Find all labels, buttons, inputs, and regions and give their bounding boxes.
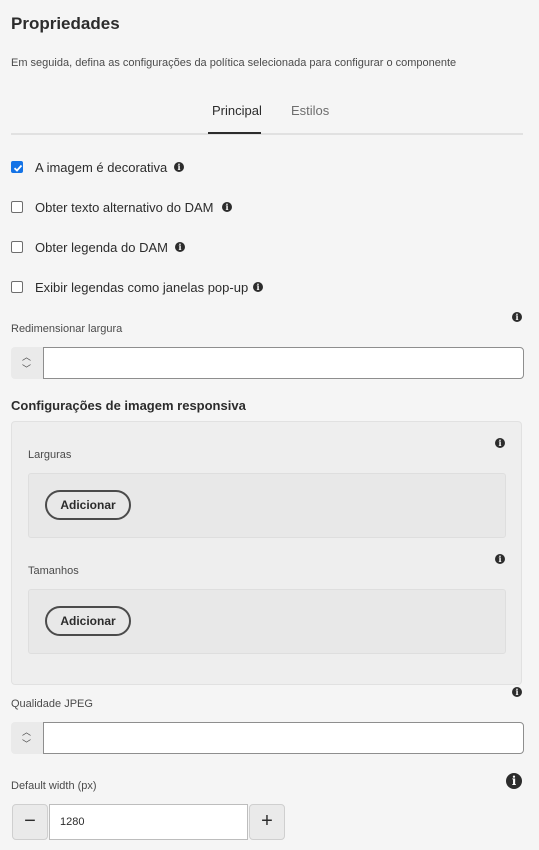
widths-multifield: Adicionar bbox=[28, 473, 506, 538]
page-subtitle: Em seguida, defina as configurações da p… bbox=[11, 57, 457, 69]
jpeg-quality-stepper[interactable]: ︿ ﹀ bbox=[11, 722, 43, 754]
page-title: Propriedades bbox=[11, 14, 120, 33]
caption-dam-label: Obter legenda do DAM bbox=[35, 240, 168, 255]
decorative-image-label: A imagem é decorativa bbox=[35, 160, 168, 175]
alt-text-dam-checkbox[interactable] bbox=[11, 201, 23, 213]
sizes-multifield: Adicionar bbox=[28, 589, 506, 654]
add-size-button[interactable]: Adicionar bbox=[45, 606, 131, 636]
info-icon[interactable]: i bbox=[222, 202, 232, 212]
info-icon[interactable]: i bbox=[512, 312, 522, 322]
chevron-down-icon[interactable]: ﹀ bbox=[22, 739, 31, 749]
chevron-up-icon[interactable]: ︿ bbox=[22, 352, 31, 362]
info-icon[interactable]: i bbox=[175, 242, 185, 252]
sizes-label: Tamanhos bbox=[28, 565, 79, 577]
jpeg-quality-numberfield: ︿ ﹀ bbox=[11, 722, 524, 754]
chevron-up-icon[interactable]: ︿ bbox=[22, 727, 31, 737]
active-tab-indicator bbox=[208, 132, 261, 134]
resize-width-input[interactable] bbox=[43, 347, 524, 379]
popup-captions-checkbox[interactable] bbox=[11, 281, 23, 293]
add-width-button[interactable]: Adicionar bbox=[45, 490, 131, 520]
info-icon[interactable]: i bbox=[253, 282, 263, 292]
info-icon[interactable]: i bbox=[174, 162, 184, 172]
info-icon[interactable]: i bbox=[495, 554, 505, 564]
jpeg-quality-label: Qualidade JPEG bbox=[11, 698, 93, 710]
resize-width-numberfield: ︿ ﹀ bbox=[11, 347, 524, 379]
alt-text-dam-label: Obter texto alternativo do DAM bbox=[35, 200, 214, 215]
info-icon[interactable]: i bbox=[495, 438, 505, 448]
resize-width-label: Redimensionar largura bbox=[11, 323, 123, 335]
responsive-settings-title: Configurações de imagem responsiva bbox=[11, 398, 246, 413]
checkmark-icon bbox=[13, 164, 23, 172]
default-width-label: Default width (px) bbox=[11, 780, 97, 792]
popup-captions-label: Exibir legendas como janelas pop-up bbox=[35, 280, 249, 295]
jpeg-quality-input[interactable] bbox=[43, 722, 524, 754]
tab-principal[interactable]: Principal bbox=[212, 103, 262, 118]
default-width-input[interactable]: 1280 bbox=[49, 804, 248, 840]
tab-estilos[interactable]: Estilos bbox=[291, 103, 329, 118]
chevron-down-icon[interactable]: ﹀ bbox=[22, 364, 31, 374]
info-icon[interactable]: i bbox=[506, 773, 522, 789]
info-icon[interactable]: i bbox=[512, 687, 522, 697]
resize-width-stepper[interactable]: ︿ ﹀ bbox=[11, 347, 43, 379]
caption-dam-checkbox[interactable] bbox=[11, 241, 23, 253]
decorative-image-checkbox[interactable] bbox=[11, 161, 23, 173]
decrement-button[interactable]: − bbox=[12, 804, 48, 840]
widths-label: Larguras bbox=[28, 449, 72, 461]
increment-button[interactable]: + bbox=[249, 804, 285, 840]
tabs-divider bbox=[11, 133, 523, 135]
